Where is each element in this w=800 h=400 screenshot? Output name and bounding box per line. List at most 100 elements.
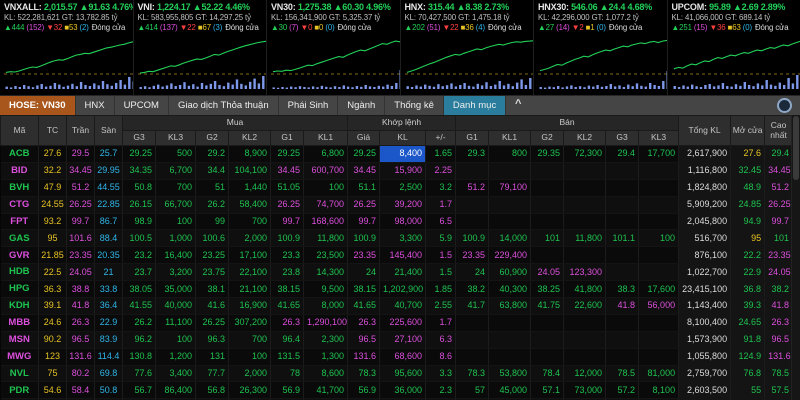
cell-ask1-price[interactable]: 100.9 (456, 230, 489, 247)
cell-bid2-vol[interactable]: 100 (229, 348, 271, 365)
cell-total-vol[interactable]: 2,759,700 (679, 365, 731, 382)
cell-bid3-price[interactable]: 96.2 (123, 331, 156, 348)
cell-bid2-price[interactable]: 77.7 (196, 365, 229, 382)
cell-ask3-vol[interactable] (639, 179, 679, 196)
cell-match-price[interactable]: 100.9 (348, 230, 380, 247)
cell-ask2-vol[interactable]: 41,800 (564, 281, 606, 298)
cell-ask2-price[interactable] (531, 162, 564, 179)
cell-bid3-price[interactable]: 26.2 (123, 314, 156, 331)
cell-total-vol[interactable]: 23,415,100 (679, 281, 731, 298)
cell-bid2-price[interactable]: 23.25 (196, 247, 229, 264)
cell-bid3-price[interactable]: 56.7 (123, 382, 156, 399)
cell-bid1-vol[interactable]: 14,300 (304, 264, 348, 281)
cell-ceiling[interactable]: 99.7 (67, 213, 95, 230)
cell-ask1-vol[interactable]: 14,000 (489, 230, 531, 247)
cell-ask1-vol[interactable] (489, 348, 531, 365)
cell-bid2-price[interactable]: 51 (196, 179, 229, 196)
cell-change[interactable]: 1.7 (426, 314, 456, 331)
cell-ask3-price[interactable] (606, 314, 639, 331)
cell-floor[interactable]: 25.7 (95, 146, 123, 163)
cell-ask1-price[interactable]: 38.2 (456, 281, 489, 298)
cell-bid1-price[interactable]: 99.7 (271, 213, 304, 230)
cell-high[interactable]: 24.05 (765, 264, 793, 281)
cell-ask1-price[interactable]: 24 (456, 264, 489, 281)
cell-bid3-vol[interactable]: 100 (156, 213, 196, 230)
cell-total-vol[interactable]: 1,116,800 (679, 162, 731, 179)
cell-ask1-vol[interactable] (489, 314, 531, 331)
cell-open[interactable]: 22.9 (731, 264, 765, 281)
cell-bid1-vol[interactable]: 1,300 (304, 348, 348, 365)
cell-bid2-price[interactable]: 99 (196, 213, 229, 230)
cell-ask2-vol[interactable]: 12,000 (564, 365, 606, 382)
cell-high[interactable]: 57.5 (765, 382, 793, 399)
cell-bid1-price[interactable]: 41.65 (271, 298, 304, 315)
cell-match-price[interactable]: 56.9 (348, 382, 380, 399)
cell-ask2-price[interactable] (531, 247, 564, 264)
cell-high[interactable]: 78.5 (765, 365, 793, 382)
cell-bid2-price[interactable]: 34.4 (196, 162, 229, 179)
cell-ask1-vol[interactable]: 63,800 (489, 298, 531, 315)
cell-code[interactable]: HDB (1, 264, 39, 281)
cell-open[interactable]: 27.6 (731, 146, 765, 163)
cell-ask1-vol[interactable]: 79,100 (489, 179, 531, 196)
cell-ask3-vol[interactable]: 100 (639, 230, 679, 247)
cell-ask3-vol[interactable]: 17,600 (639, 281, 679, 298)
tab-hnx[interactable]: HNX (76, 96, 115, 115)
cell-code[interactable]: MBB (1, 314, 39, 331)
cell-match-vol[interactable]: 98,000 (380, 213, 426, 230)
cell-bid3-vol[interactable]: 40,000 (156, 298, 196, 315)
cell-ask1-price[interactable]: 41.7 (456, 298, 489, 315)
cell-ask2-price[interactable] (531, 348, 564, 365)
cell-ask3-price[interactable] (606, 196, 639, 213)
cell-ask2-vol[interactable] (564, 348, 606, 365)
cell-ask2-vol[interactable]: 123,300 (564, 264, 606, 281)
cell-floor[interactable]: 36.4 (95, 298, 123, 315)
cell-match-price[interactable]: 24 (348, 264, 380, 281)
cell-bid3-price[interactable]: 26.15 (123, 196, 156, 213)
cell-ask2-vol[interactable]: 11,800 (564, 230, 606, 247)
cell-bid3-vol[interactable]: 16,400 (156, 247, 196, 264)
cell-bid2-vol[interactable]: 58,400 (229, 196, 271, 213)
cell-match-vol[interactable]: 68,600 (380, 348, 426, 365)
cell-change[interactable]: 6.5 (426, 213, 456, 230)
cell-high[interactable]: 101 (765, 230, 793, 247)
cell-ceiling[interactable]: 131.6 (67, 348, 95, 365)
cell-high[interactable]: 51.2 (765, 179, 793, 196)
cell-code[interactable]: HPG (1, 281, 39, 298)
cell-bid3-vol[interactable]: 500 (156, 146, 196, 163)
cell-ceiling[interactable]: 58.4 (67, 382, 95, 399)
cell-bid3-price[interactable]: 50.8 (123, 179, 156, 196)
cell-match-vol[interactable]: 95,600 (380, 365, 426, 382)
cell-ask1-vol[interactable]: 800 (489, 146, 531, 163)
cell-change[interactable]: 1.85 (426, 281, 456, 298)
cell-floor[interactable]: 83.9 (95, 331, 123, 348)
cell-ask3-price[interactable] (606, 247, 639, 264)
cell-change[interactable]: 2.25 (426, 162, 456, 179)
cell-bid3-vol[interactable]: 3,400 (156, 365, 196, 382)
cell-total-vol[interactable]: 876,100 (679, 247, 731, 264)
cell-tc[interactable]: 24.55 (39, 196, 67, 213)
cell-bid1-vol[interactable]: 41,700 (304, 382, 348, 399)
cell-bid3-price[interactable]: 34.35 (123, 162, 156, 179)
cell-bid2-price[interactable]: 100.6 (196, 230, 229, 247)
cell-ask3-price[interactable] (606, 348, 639, 365)
cell-match-vol[interactable]: 3,300 (380, 230, 426, 247)
cell-code[interactable]: PDR (1, 382, 39, 399)
cell-ask1-price[interactable]: 78.3 (456, 365, 489, 382)
cell-bid1-price[interactable]: 29.25 (271, 146, 304, 163)
cell-bid3-price[interactable]: 100.5 (123, 230, 156, 247)
cell-bid3-price[interactable]: 130.8 (123, 348, 156, 365)
cell-ask2-price[interactable]: 38.25 (531, 281, 564, 298)
cell-bid3-vol[interactable]: 1,000 (156, 230, 196, 247)
cell-ceiling[interactable]: 26.3 (67, 314, 95, 331)
cell-tc[interactable]: 21.85 (39, 247, 67, 264)
cell-ask3-vol[interactable] (639, 213, 679, 230)
cell-change[interactable]: 1.7 (426, 196, 456, 213)
cell-bid1-price[interactable]: 100.9 (271, 230, 304, 247)
cell-bid2-price[interactable]: 56.8 (196, 382, 229, 399)
index-panel-vni[interactable]: VNI: 1,224.17 ▲52.22 4.46%KL: 583,955,80… (134, 0, 268, 95)
cell-ask1-price[interactable] (456, 348, 489, 365)
tab-ph-i-sinh[interactable]: Phái Sinh (279, 96, 339, 115)
cell-bid2-price[interactable]: 23.75 (196, 264, 229, 281)
index-panel-upcom[interactable]: UPCOM: 95.89 ▲2.69 2.89%KL: 41,066,000 G… (668, 0, 800, 95)
